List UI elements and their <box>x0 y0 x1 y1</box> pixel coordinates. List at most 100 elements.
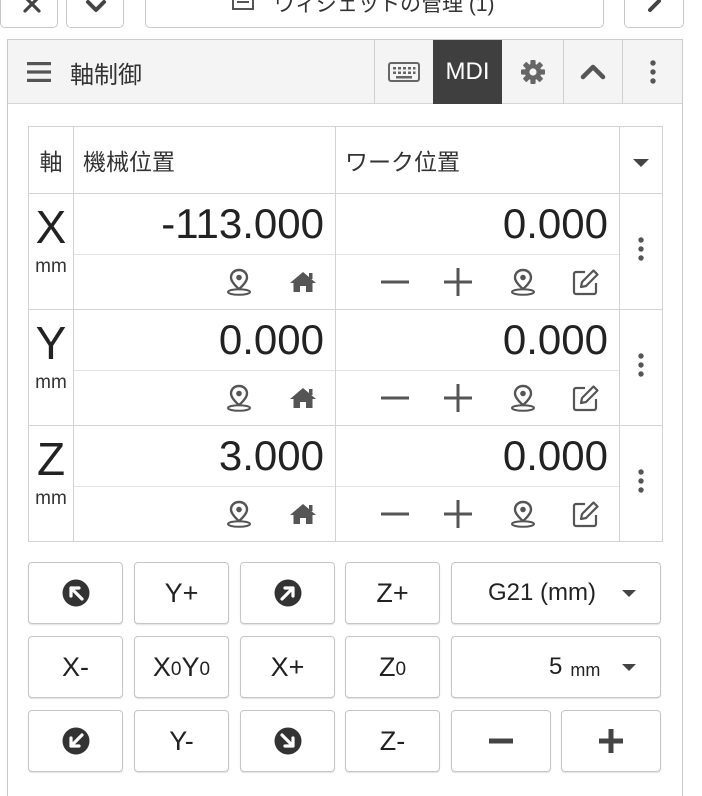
edit-icon <box>572 501 599 528</box>
go-home-button[interactable] <box>289 386 317 410</box>
increment-button[interactable] <box>444 500 472 528</box>
x0y0-x: X <box>152 651 171 682</box>
axis-controls-row-y <box>29 370 663 426</box>
machine-position-value: 3.000 <box>73 425 336 487</box>
times-icon <box>23 0 41 13</box>
go-to-position-button[interactable] <box>226 268 252 296</box>
axis-controls-row-z <box>29 486 663 542</box>
x0y0-y: Y <box>181 651 200 682</box>
hamburger-icon[interactable] <box>27 62 51 82</box>
home-icon <box>290 504 316 524</box>
jog-x-minus-y-plus-button[interactable] <box>28 562 123 624</box>
edit-icon <box>572 385 599 412</box>
jog-z-plus-button[interactable]: Z+ <box>345 562 440 624</box>
edit-position-button[interactable] <box>572 500 600 528</box>
plus-icon <box>444 268 472 296</box>
jog-x-minus-y-minus-button[interactable] <box>28 710 123 772</box>
arrow-circle-down-right-icon <box>274 727 301 755</box>
axis-letter: X <box>35 201 67 253</box>
collapse-menu-button[interactable] <box>66 0 124 28</box>
machine-position-header: 機械位置 <box>73 126 336 194</box>
jog-z-minus-button[interactable]: Z- <box>345 710 440 772</box>
z0-z-sub: 0 <box>395 659 407 680</box>
axis-row-x: X mm -113.000 0.000 <box>28 193 663 310</box>
work-controls <box>335 486 620 542</box>
gear-icon <box>521 60 545 84</box>
axis-cell: X mm <box>28 193 74 310</box>
increase-step-button[interactable] <box>561 710 661 772</box>
work-position-value: 0.000 <box>335 193 620 255</box>
arrow-circle-up-left-icon <box>62 579 89 607</box>
axes-table: 軸 機械位置 ワーク位置 X mm -113.000 0.000 Y mm 0.… <box>28 126 663 542</box>
increment-button[interactable] <box>444 384 472 412</box>
map-marker-icon <box>227 384 251 412</box>
edit-icon <box>572 269 599 296</box>
manage-widgets-button[interactable]: ウィジェットの管理 (1) <box>145 0 604 28</box>
go-to-position-button[interactable] <box>226 500 252 528</box>
edit-position-button[interactable] <box>572 384 600 412</box>
plus-icon <box>444 384 472 412</box>
machine-position-value: -113.000 <box>73 193 336 255</box>
axis-unit: mm <box>35 256 67 277</box>
units-select[interactable]: G21 (mm) <box>451 562 661 624</box>
decrement-button[interactable] <box>381 279 409 285</box>
decrement-button[interactable] <box>381 395 409 401</box>
axis-menu-button[interactable] <box>619 309 663 426</box>
close-widget-button[interactable] <box>0 0 58 28</box>
arrow-circle-up-right-icon <box>274 579 301 607</box>
go-home-button[interactable] <box>289 270 317 294</box>
jog-x-plus-y-plus-button[interactable] <box>240 562 335 624</box>
jog-y-minus-button[interactable]: Y- <box>134 710 229 772</box>
axis-menu-button[interactable] <box>619 193 663 310</box>
machine-controls <box>73 370 336 426</box>
ellipsis-vertical-icon <box>638 237 644 261</box>
jog-y-plus-button[interactable]: Y+ <box>134 562 229 624</box>
go-home-button[interactable] <box>289 502 317 526</box>
jog-x-plus-button[interactable]: X+ <box>240 636 335 698</box>
jog-x-plus-y-minus-button[interactable] <box>240 710 335 772</box>
decrement-button[interactable] <box>381 511 409 517</box>
axis-row-z: Z mm 3.000 0.000 <box>28 425 663 542</box>
axis-menu-button[interactable] <box>619 425 663 542</box>
axis-letter: Y <box>35 317 67 369</box>
arrow-circle-down-left-icon <box>62 727 89 755</box>
map-marker-icon <box>511 268 535 296</box>
axis-row-y: Y mm 0.000 0.000 <box>28 309 663 426</box>
settings-button[interactable] <box>503 40 563 104</box>
widget-menu-button[interactable] <box>623 40 682 104</box>
go-to-z0-button[interactable]: Z0 <box>345 636 440 698</box>
mdi-button[interactable]: MDI <box>433 40 502 104</box>
chevron-up-icon <box>580 64 606 80</box>
go-to-work-zero-button[interactable] <box>510 268 536 296</box>
header-dropdown-button[interactable] <box>619 126 663 194</box>
go-to-work-zero-button[interactable] <box>510 500 536 528</box>
step-distance-unit: mm <box>570 659 601 680</box>
go-to-work-zero-button[interactable] <box>510 384 536 412</box>
keyboard-shortcuts-button[interactable] <box>375 40 433 104</box>
step-distance-select[interactable]: 5 mm <box>451 636 661 698</box>
axis-controls-row-x <box>29 254 663 310</box>
next-button[interactable] <box>624 0 684 28</box>
go-to-position-button[interactable] <box>226 384 252 412</box>
caret-down-icon <box>622 664 636 671</box>
ellipsis-vertical-icon <box>638 353 644 377</box>
axis-unit: mm <box>35 488 67 509</box>
home-icon <box>290 388 316 408</box>
x0y0-x-sub: 0 <box>170 659 182 680</box>
minus-icon <box>489 738 513 744</box>
x0y0-y-sub: 0 <box>199 659 211 680</box>
edit-position-button[interactable] <box>572 268 600 296</box>
caret-down-icon <box>622 590 636 597</box>
work-position-value: 0.000 <box>335 309 620 371</box>
units-select-value: G21 (mm) <box>488 579 596 606</box>
decrease-step-button[interactable] <box>451 710 551 772</box>
ellipsis-vertical-icon <box>638 469 644 493</box>
chevron-down-icon <box>86 0 106 12</box>
manage-widgets-label: ウィジェットの管理 (1) <box>274 0 495 16</box>
jog-x-minus-button[interactable]: X- <box>28 636 123 698</box>
machine-controls <box>73 486 336 542</box>
map-marker-icon <box>511 384 535 412</box>
collapse-widget-button[interactable] <box>564 40 622 104</box>
go-to-x0y0-button[interactable]: X0Y0 <box>134 636 229 698</box>
increment-button[interactable] <box>444 268 472 296</box>
